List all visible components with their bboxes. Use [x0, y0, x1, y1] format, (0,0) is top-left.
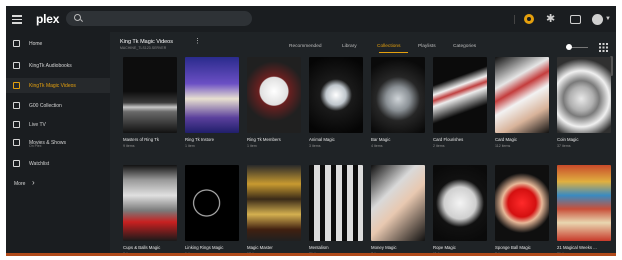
tab-playlists[interactable]: Playlists [418, 44, 436, 49]
collection-poster[interactable] [433, 165, 487, 241]
search-icon [74, 14, 81, 21]
sidebar-more[interactable]: More [14, 181, 25, 187]
collection-poster[interactable] [309, 165, 363, 241]
sidebar-item[interactable]: G00 Collection [6, 98, 110, 113]
collection-poster[interactable] [433, 57, 487, 133]
collection-poster[interactable] [371, 57, 425, 133]
collection-count: 4 items [371, 144, 383, 148]
sidebar-item[interactable]: KingTk Magic Videos [6, 78, 110, 93]
collection-poster[interactable] [123, 57, 177, 133]
search-input[interactable] [66, 11, 252, 26]
collection-title[interactable]: Linking Rings Magic [185, 245, 223, 250]
plex-logo[interactable]: plex [36, 12, 59, 26]
bottom-accent-bar [6, 253, 616, 256]
sidebar-item-label: Home [29, 40, 43, 47]
collection-poster[interactable] [309, 57, 363, 133]
sidebar-item-label: Watchlist [29, 160, 50, 167]
library-subtitle: MACHINE_TLS123.SERVER [120, 46, 167, 50]
collection-title[interactable]: Masters of Ring Tk [123, 137, 159, 142]
tab-categories[interactable]: Categories [453, 44, 476, 49]
sidebar-item[interactable]: Live TV [6, 117, 110, 132]
bookmark-icon [13, 160, 20, 167]
top-bar: plex ✱ ▼ [6, 6, 616, 32]
collection-poster[interactable] [123, 165, 177, 241]
collection-title[interactable]: Card Magic [495, 137, 517, 142]
music-icon [13, 62, 20, 69]
collection-title[interactable]: Ring Tk Instore [185, 137, 214, 142]
sidebar-item-sublabel: On Plex [29, 144, 42, 148]
collection-poster[interactable] [247, 57, 301, 133]
sidebar-item-label: KingTk Audiobooks [29, 62, 72, 69]
tab-recommended[interactable]: Recommended [289, 44, 322, 49]
video-icon [13, 82, 20, 89]
collection-count: 2 items [433, 144, 445, 148]
collection-count: 9 items [123, 144, 135, 148]
film-icon [13, 139, 20, 146]
collection-title[interactable]: Coin Magic [557, 137, 579, 142]
sidebar-item[interactable]: KingTk Audiobooks [6, 58, 110, 73]
menu-icon[interactable] [12, 15, 22, 24]
size-slider-handle[interactable] [566, 44, 572, 50]
collection-title[interactable]: Ring Tk Members [247, 137, 281, 142]
chevron-down-icon[interactable]: ▼ [605, 16, 616, 28]
sidebar-item[interactable]: Watchlist [6, 156, 110, 171]
collection-count: 1 item [247, 144, 257, 148]
collection-poster[interactable] [371, 165, 425, 241]
chevron-right-icon[interactable]: › [32, 178, 35, 187]
collection-poster[interactable] [557, 165, 611, 241]
home-icon [13, 40, 20, 47]
collection-title[interactable]: 21 Magical Weeks ... [557, 245, 597, 250]
cast-icon[interactable] [570, 15, 581, 24]
collection-title[interactable]: Card Flourishes [433, 137, 463, 142]
sidebar-item-label: Live TV [29, 121, 46, 128]
grid-view-icon[interactable] [599, 43, 608, 52]
sidebar-item[interactable]: Movies & Shows On Plex [6, 135, 110, 150]
collection-title[interactable]: Rope Magic [433, 245, 456, 250]
collection-poster[interactable] [185, 165, 239, 241]
collection-count: 1 item [185, 144, 195, 148]
tab-active-underline [379, 52, 408, 53]
tab-library[interactable]: Library [342, 44, 357, 49]
library-title[interactable]: King Tk Magic Videos [120, 39, 173, 45]
collection-poster[interactable] [247, 165, 301, 241]
collection-title[interactable]: Cups & Balls Magic [123, 245, 160, 250]
divider [514, 15, 515, 24]
sidebar-item-label: G00 Collection [29, 102, 62, 109]
collection-poster[interactable] [185, 57, 239, 133]
collection-title[interactable]: Money Magic [371, 245, 397, 250]
collection-count: 37 items [557, 144, 571, 148]
collection-poster[interactable] [495, 57, 549, 133]
tv-icon [13, 121, 20, 128]
sidebar: Home KingTk Audiobooks KingTk Magic Videos… [6, 32, 110, 256]
collection-poster[interactable] [557, 57, 611, 133]
collection-icon [13, 102, 20, 109]
activity-icon[interactable]: ✱ [546, 13, 558, 25]
collection-title[interactable]: Mentalism [309, 245, 329, 250]
collection-poster[interactable] [495, 165, 549, 241]
sidebar-item-label: KingTk Magic Videos [29, 82, 76, 89]
collection-count: 112 items [495, 144, 511, 148]
more-options-icon[interactable]: ⋮ [194, 37, 201, 45]
plex-window: plex ✱ ▼ Home KingTk Audiobooks KingTk Mag… [6, 6, 616, 256]
collection-title[interactable]: Animal Magic [309, 137, 335, 142]
collection-title[interactable]: Bar Magic [371, 137, 390, 142]
collection-count: 3 items [309, 144, 321, 148]
collection-title[interactable]: Magic Master [247, 245, 273, 250]
tab-collections[interactable]: Collections [377, 44, 400, 49]
user-icon[interactable] [592, 14, 603, 25]
collection-title[interactable]: Sponge Ball Magic [495, 245, 531, 250]
sidebar-item[interactable]: Home [6, 36, 110, 51]
premium-icon[interactable] [524, 14, 534, 24]
